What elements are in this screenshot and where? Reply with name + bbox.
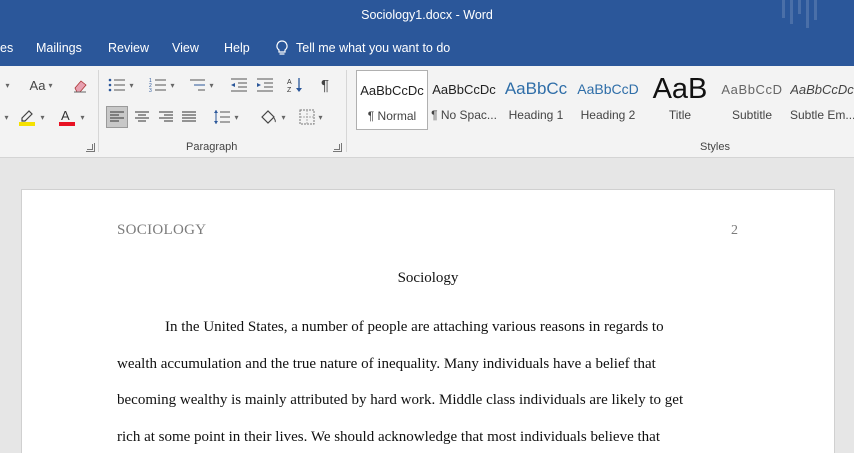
line-spacing-button[interactable]: ▾	[210, 106, 242, 128]
style-normal[interactable]: AaBbCcDc ¶ Normal	[356, 70, 428, 130]
font-color-button[interactable]: A ▾	[54, 106, 88, 128]
align-right-icon	[159, 111, 173, 122]
svg-text:Z: Z	[287, 87, 292, 94]
change-case-button[interactable]: Aa ▾	[24, 74, 58, 96]
increase-indent-button[interactable]	[254, 74, 276, 96]
style-preview: AaBbCcDc	[360, 82, 424, 98]
multilevel-list-icon	[190, 79, 206, 91]
style-preview: AaBbCcD	[721, 81, 783, 97]
style-subtle-emphasis[interactable]: AaBbCcDc Subtle Em...	[790, 70, 854, 130]
style-preview: AaBbCcD	[577, 81, 639, 97]
style-title[interactable]: AaB Title	[644, 70, 716, 130]
borders-button[interactable]: ▾	[294, 106, 328, 128]
highlighter-icon	[19, 110, 36, 126]
lightbulb-icon	[276, 40, 288, 55]
justify-button[interactable]	[178, 106, 200, 128]
paragraph-dialog-launcher[interactable]	[333, 143, 342, 152]
running-header: SOCIOLOGY	[117, 222, 207, 238]
borders-icon	[299, 109, 315, 125]
style-preview: AaB	[652, 72, 708, 105]
style-name: Subtitle	[731, 108, 773, 122]
style-name: Title	[668, 108, 692, 122]
effects-dropdown-caret[interactable]: ▾	[0, 106, 10, 128]
tab-view[interactable]: View	[172, 41, 199, 55]
tell-me-text: Tell me what you want to do	[296, 41, 451, 55]
sort-az-icon: A Z	[287, 78, 302, 94]
sort-button[interactable]: A Z	[284, 74, 306, 96]
title-bar: Sociology1.docx - Word	[0, 0, 854, 32]
style-no-spacing[interactable]: AaBbCcDc ¶ No Spac...	[430, 70, 498, 130]
align-left-icon	[110, 111, 124, 122]
align-left-button[interactable]	[106, 106, 128, 128]
style-heading-1[interactable]: AaBbCc Heading 1	[502, 70, 570, 130]
bullets-icon	[109, 78, 126, 92]
style-name: Subtle Em...	[790, 108, 854, 122]
clear-formatting-button[interactable]	[70, 74, 90, 96]
tab-mailings[interactable]: Mailings	[36, 41, 82, 55]
paint-bucket-icon	[261, 110, 277, 124]
title-bar-pattern	[782, 0, 817, 28]
style-name: ¶ No Spac...	[431, 108, 497, 122]
tab-references[interactable]: es	[0, 41, 13, 55]
ribbon-tabs: es Mailings Review View Help Tell me wha…	[0, 32, 854, 66]
numbering-button[interactable]: 1 2 3 ▾	[146, 74, 178, 96]
style-heading-2[interactable]: AaBbCcD Heading 2	[574, 70, 642, 130]
paragraph-group-label: Paragraph	[186, 141, 238, 153]
shading-button[interactable]: ▾	[254, 106, 290, 128]
decrease-indent-button[interactable]	[228, 74, 250, 96]
group-separator	[98, 70, 99, 152]
bullets-button[interactable]: ▾	[106, 74, 136, 96]
ribbon: ▾ Aa ▾ ▾ ▾ A ▾ ▾ 1 2 3 ▾ ▾ A Z ¶ ▾ ▾ ▾ P…	[0, 66, 854, 158]
highlight-color-button[interactable]: ▾	[14, 106, 48, 128]
font-dialog-launcher[interactable]	[86, 143, 95, 152]
svg-text:3: 3	[149, 88, 152, 93]
window-title: Sociology1.docx - Word	[361, 8, 493, 22]
decrease-indent-icon	[231, 78, 247, 92]
line-spacing-icon	[214, 110, 231, 124]
multilevel-list-button[interactable]: ▾	[186, 74, 216, 96]
svg-text:A: A	[287, 79, 292, 86]
styles-group-label: Styles	[700, 141, 730, 153]
page-number: 2	[731, 223, 738, 238]
style-name: ¶ Normal	[367, 109, 417, 123]
tab-help[interactable]: Help	[224, 41, 250, 55]
document-title: Sociology	[397, 270, 459, 286]
change-case-label: Aa	[29, 77, 46, 93]
style-name: Heading 1	[508, 108, 564, 122]
style-preview: AaBbCcDc	[432, 81, 496, 97]
document-page[interactable]: SOCIOLOGY 2 Sociology In the United Stat…	[21, 189, 835, 453]
justify-icon	[182, 111, 196, 122]
style-preview: AaBbCc	[504, 79, 568, 98]
eraser-icon	[74, 80, 87, 93]
svg-text:A: A	[61, 108, 70, 123]
increase-indent-icon	[257, 78, 273, 92]
body-text-line: In the United States, a number of people…	[165, 319, 664, 335]
pilcrow-icon: ¶	[320, 76, 330, 94]
style-preview: AaBbCcDc	[790, 81, 854, 97]
tab-review[interactable]: Review	[108, 41, 149, 55]
show-formatting-marks-button[interactable]: ¶	[314, 74, 336, 96]
align-center-icon	[135, 111, 149, 122]
align-right-button[interactable]	[155, 106, 177, 128]
numbering-icon: 1 2 3	[149, 78, 167, 93]
font-size-dropdown-caret[interactable]: ▾	[0, 74, 12, 96]
body-text-line: becoming wealthy is mainly attributed by…	[117, 392, 684, 408]
body-text-line: wealth accumulation and the true nature …	[117, 356, 656, 372]
group-separator	[346, 70, 347, 152]
align-center-button[interactable]	[131, 106, 153, 128]
tell-me-box[interactable]: Tell me what you want to do	[276, 40, 450, 56]
style-subtitle[interactable]: AaBbCcD Subtitle	[718, 70, 786, 130]
body-text-line: rich at some point in their lives. We sh…	[117, 429, 660, 445]
style-name: Heading 2	[580, 108, 636, 122]
font-color-icon: A	[59, 108, 76, 126]
